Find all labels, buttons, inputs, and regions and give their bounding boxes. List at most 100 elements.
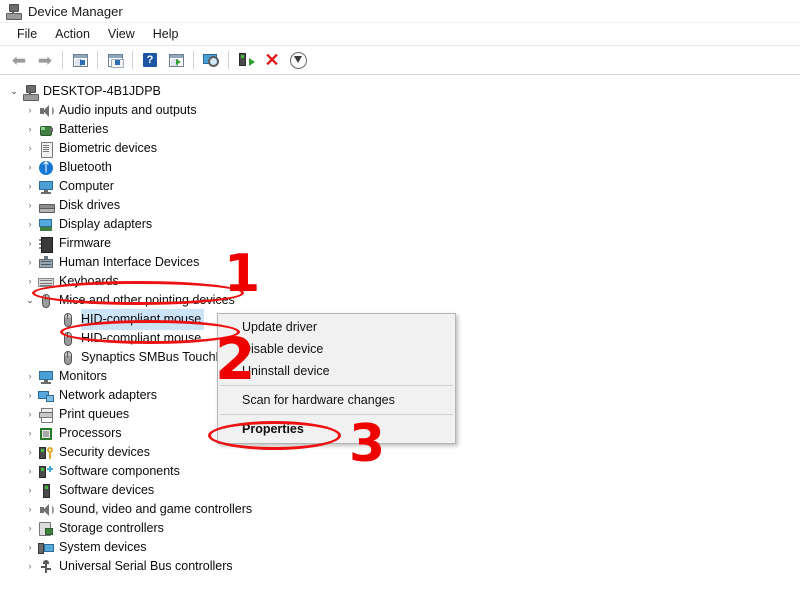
tree-item-label: Monitors bbox=[59, 369, 107, 383]
chevron-right-icon[interactable]: › bbox=[22, 557, 38, 576]
security-device-icon bbox=[38, 445, 54, 461]
menu-bar: File Action View Help bbox=[0, 23, 800, 46]
tree-item-label: HID-compliant mouse bbox=[81, 312, 201, 326]
show-hide-console-tree-icon[interactable] bbox=[67, 48, 93, 72]
monitor-icon bbox=[38, 179, 54, 195]
chevron-down-icon[interactable]: ⌄ bbox=[22, 291, 38, 310]
toolbar-separator bbox=[62, 51, 63, 69]
chevron-right-icon[interactable]: › bbox=[22, 424, 38, 443]
tree-item-label: Computer bbox=[59, 179, 114, 193]
annotation-number-2: 2 bbox=[215, 330, 255, 388]
chevron-right-icon[interactable]: › bbox=[22, 272, 38, 291]
tree-item-display-adapters[interactable]: › Display adapters bbox=[0, 215, 800, 234]
chevron-right-icon[interactable]: › bbox=[22, 215, 38, 234]
chevron-right-icon[interactable]: › bbox=[22, 367, 38, 386]
chevron-right-icon[interactable]: › bbox=[22, 386, 38, 405]
chevron-right-icon[interactable]: › bbox=[22, 120, 38, 139]
chevron-right-icon[interactable]: › bbox=[22, 405, 38, 424]
tree-item-sound-video-and-game-controllers[interactable]: › Sound, video and game controllers bbox=[0, 500, 800, 519]
tree-item-human-interface-devices[interactable]: › Human Interface Devices bbox=[0, 253, 800, 272]
storage-controller-icon bbox=[38, 521, 54, 537]
chevron-right-icon[interactable]: › bbox=[22, 462, 38, 481]
help-icon[interactable]: ? bbox=[137, 48, 163, 72]
context-menu-item-properties[interactable]: Properties bbox=[218, 418, 455, 440]
tree-item-label: Sound, video and game controllers bbox=[59, 502, 252, 516]
forward-arrow-icon[interactable]: ➡ bbox=[32, 48, 58, 72]
tree-item-label: System devices bbox=[59, 540, 147, 554]
tree-item-universal-serial-bus-controllers[interactable]: › Universal Serial Bus controllers bbox=[0, 557, 800, 576]
tree-item-security-devices[interactable]: › Security devices bbox=[0, 443, 800, 462]
computer-root-icon bbox=[22, 84, 38, 100]
software-device-icon bbox=[38, 483, 54, 499]
menu-file[interactable]: File bbox=[8, 25, 46, 43]
menu-help[interactable]: Help bbox=[144, 25, 188, 43]
system-device-icon bbox=[38, 540, 54, 556]
speaker-icon bbox=[38, 502, 54, 518]
tree-item-software-devices[interactable]: › Software devices bbox=[0, 481, 800, 500]
tree-item-label: Batteries bbox=[59, 122, 108, 136]
annotation-number-3: 3 bbox=[349, 418, 385, 470]
tree-item-mice-and-other-pointing-devices[interactable]: ⌄ Mice and other pointing devices bbox=[0, 291, 800, 310]
chevron-right-icon[interactable]: › bbox=[22, 101, 38, 120]
disk-drive-icon bbox=[38, 198, 54, 214]
toolbar-separator bbox=[132, 51, 133, 69]
tree-item-label: HID-compliant mouse bbox=[81, 331, 201, 345]
tree-item-system-devices[interactable]: › System devices bbox=[0, 538, 800, 557]
chevron-right-icon[interactable]: › bbox=[22, 177, 38, 196]
device-manager-window: Device Manager File Action View Help ⬅ ➡… bbox=[0, 0, 800, 600]
tree-item-label: Mice and other pointing devices bbox=[59, 293, 235, 307]
chevron-right-icon[interactable]: › bbox=[22, 139, 38, 158]
back-arrow-icon[interactable]: ⬅ bbox=[6, 48, 32, 72]
chevron-right-icon[interactable]: › bbox=[22, 519, 38, 538]
chevron-right-icon[interactable]: › bbox=[22, 158, 38, 177]
tree-item-audio[interactable]: › Audio inputs and outputs bbox=[0, 101, 800, 120]
chevron-right-icon[interactable]: › bbox=[22, 253, 38, 272]
chevron-right-icon[interactable]: › bbox=[22, 443, 38, 462]
tree-item-label: Software devices bbox=[59, 483, 154, 497]
fingerprint-icon bbox=[38, 141, 54, 157]
tree-item-root[interactable]: ⌄ DESKTOP-4B1JDPB bbox=[0, 82, 800, 101]
toolbar-separator bbox=[228, 51, 229, 69]
software-component-icon bbox=[38, 464, 54, 480]
disable-device-icon[interactable] bbox=[285, 48, 311, 72]
properties-icon[interactable] bbox=[102, 48, 128, 72]
tree-item-bluetooth[interactable]: › ᛏ Bluetooth bbox=[0, 158, 800, 177]
tree-item-firmware[interactable]: › Firmware bbox=[0, 234, 800, 253]
chevron-right-icon[interactable]: › bbox=[22, 196, 38, 215]
display-adapter-icon bbox=[38, 217, 54, 233]
scan-monitor-icon[interactable] bbox=[198, 48, 224, 72]
mouse-icon bbox=[38, 293, 54, 309]
chevron-right-icon[interactable]: › bbox=[22, 481, 38, 500]
tree-item-label: Disk drives bbox=[59, 198, 120, 212]
chevron-right-icon[interactable]: › bbox=[22, 234, 38, 253]
processor-icon bbox=[38, 426, 54, 442]
mouse-icon bbox=[60, 331, 76, 347]
tree-item-label: Universal Serial Bus controllers bbox=[59, 559, 233, 573]
tree-item-biometric-devices[interactable]: › Biometric devices bbox=[0, 139, 800, 158]
tree-item-software-components[interactable]: › Software components bbox=[0, 462, 800, 481]
tree-item-label: Processors bbox=[59, 426, 122, 440]
uninstall-device-icon[interactable]: ✕ bbox=[259, 48, 285, 72]
menu-view[interactable]: View bbox=[99, 25, 144, 43]
tree-item-label: Biometric devices bbox=[59, 141, 157, 155]
chevron-right-icon[interactable]: › bbox=[22, 500, 38, 519]
tree-item-disk-drives[interactable]: › Disk drives bbox=[0, 196, 800, 215]
tree-item-computer[interactable]: › Computer bbox=[0, 177, 800, 196]
chevron-right-icon[interactable]: › bbox=[22, 538, 38, 557]
speaker-icon bbox=[38, 103, 54, 119]
toolbar-separator bbox=[193, 51, 194, 69]
device-manager-icon bbox=[5, 3, 21, 19]
tree-item-label: Keyboards bbox=[59, 274, 119, 288]
update-driver-icon[interactable] bbox=[233, 48, 259, 72]
menu-action[interactable]: Action bbox=[46, 25, 99, 43]
keyboard-icon bbox=[38, 274, 54, 290]
tree-item-label: Audio inputs and outputs bbox=[59, 103, 197, 117]
tree-item-batteries[interactable]: › Batteries bbox=[0, 120, 800, 139]
hid-icon bbox=[38, 255, 54, 271]
tree-item-keyboards[interactable]: › Keyboards bbox=[0, 272, 800, 291]
chevron-down-icon[interactable]: ⌄ bbox=[6, 82, 22, 101]
tree-item-label: Storage controllers bbox=[59, 521, 164, 535]
action-pane-icon[interactable] bbox=[163, 48, 189, 72]
toolbar: ⬅ ➡ ? ✕ bbox=[0, 46, 800, 75]
tree-item-storage-controllers[interactable]: › Storage controllers bbox=[0, 519, 800, 538]
